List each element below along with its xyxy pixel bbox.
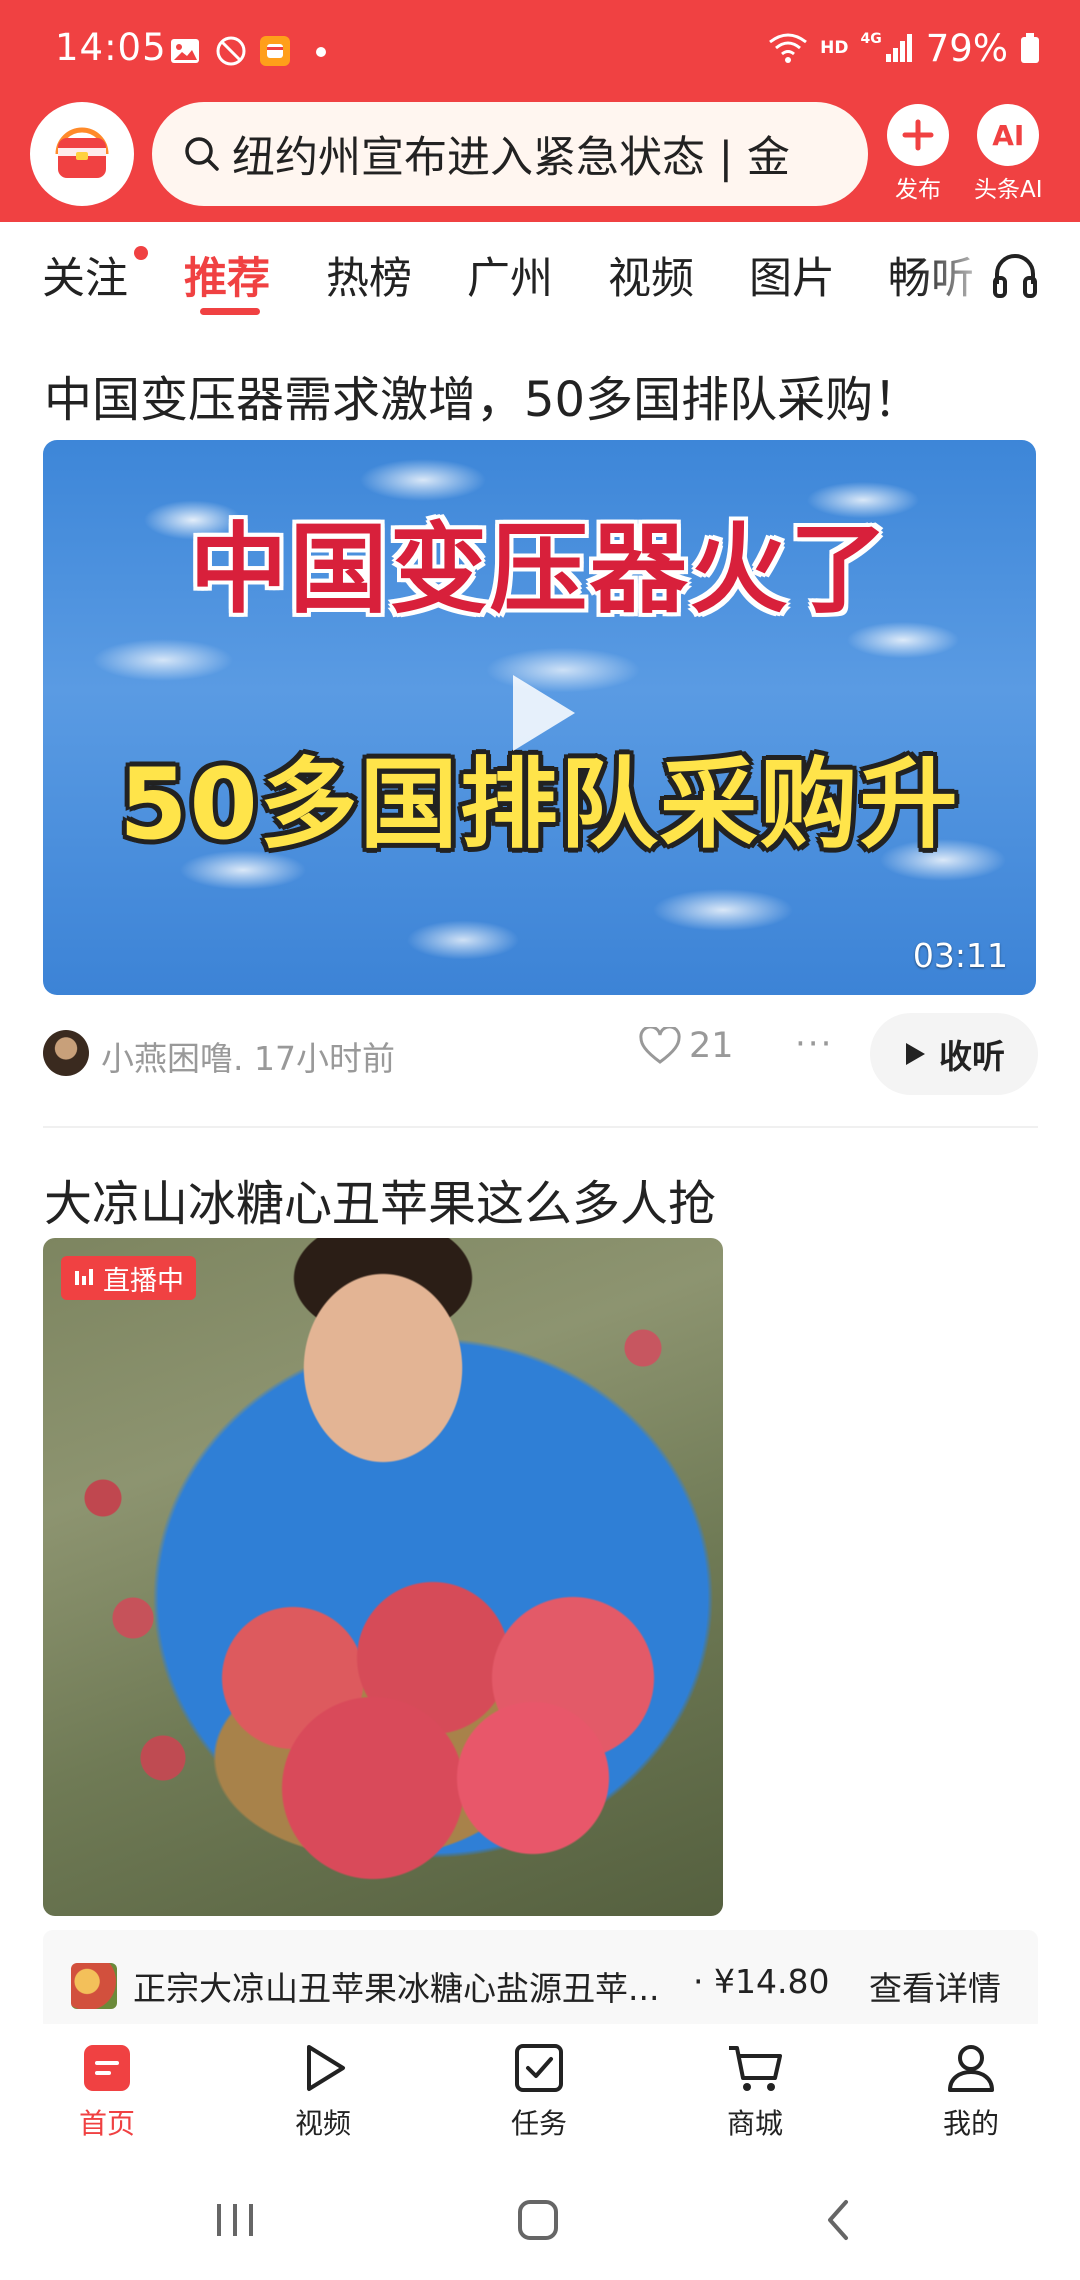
home-nav-icon[interactable] bbox=[508, 2190, 568, 2250]
nav-home-label: 首页 bbox=[78, 2107, 135, 2140]
task-check-icon bbox=[509, 2038, 569, 2098]
play-icon[interactable] bbox=[513, 675, 575, 751]
feed-divider bbox=[43, 1126, 1038, 1128]
live-stream-thumbnail[interactable]: 直播中 bbox=[43, 1238, 723, 1916]
publish-circle bbox=[887, 104, 949, 166]
toutiao-logo-icon bbox=[55, 127, 109, 178]
tab-follow[interactable]: 关注 bbox=[42, 244, 128, 306]
listen-button[interactable]: 收听 bbox=[870, 1013, 1038, 1095]
back-icon[interactable] bbox=[810, 2190, 870, 2250]
article-meta: 小燕困噜. 17小时前 21 ··· 收听 bbox=[43, 1010, 1038, 1100]
status-time: 14:05 bbox=[55, 26, 167, 69]
news-title[interactable]: 大凉山冰糖心丑苹果这么多人抢 bbox=[44, 1164, 716, 1234]
wifi-icon bbox=[769, 33, 808, 63]
ai-icon: AI bbox=[992, 118, 1025, 152]
nav-tasks-label: 任务 bbox=[510, 2107, 567, 2140]
person-icon bbox=[941, 2038, 1001, 2098]
like-count: 21 bbox=[689, 1026, 734, 1066]
app-logo[interactable] bbox=[30, 102, 134, 206]
publish-label: 发布 bbox=[895, 177, 941, 203]
recent-apps-icon[interactable] bbox=[205, 2190, 265, 2250]
heart-icon bbox=[639, 1027, 681, 1064]
headphone-icon[interactable] bbox=[990, 244, 1040, 304]
nav-profile[interactable]: 我的 bbox=[916, 2038, 1026, 2142]
product-price: · ¥14.80 bbox=[693, 1962, 830, 2001]
search-bar[interactable]: 纽约州宣布进入紧急状态 | 金 bbox=[152, 102, 868, 206]
video-duration: 03:11 bbox=[912, 936, 1008, 975]
news-title[interactable]: 中国变压器需求激增，50多国排队采购！ bbox=[44, 360, 921, 430]
toutiao-ai-button[interactable]: AI 头条AI bbox=[974, 104, 1043, 204]
nav-profile-label: 我的 bbox=[942, 2107, 999, 2140]
app-notification-icon bbox=[260, 36, 290, 66]
tabs-fade-overlay bbox=[920, 222, 1000, 322]
hd-indicator: HD bbox=[820, 38, 849, 58]
home-icon bbox=[77, 2038, 137, 2098]
ai-label: 头条AI bbox=[974, 177, 1043, 203]
video-overlay-title: 中国变压器火了 bbox=[189, 513, 890, 627]
active-tab-indicator bbox=[200, 308, 260, 315]
nav-mall[interactable]: 商城 bbox=[700, 2038, 810, 2142]
search-hot-query: 纽约州宣布进入紧急状态 | 金 bbox=[232, 133, 790, 183]
live-bars-icon bbox=[75, 1269, 93, 1285]
signal-icon bbox=[885, 34, 912, 62]
tab-hot[interactable]: 热榜 bbox=[326, 244, 412, 306]
tab-guangzhou[interactable]: 广州 bbox=[467, 244, 553, 306]
live-badge-label: 直播中 bbox=[103, 1265, 184, 1297]
nav-tasks[interactable]: 任务 bbox=[484, 2038, 594, 2142]
more-options-icon[interactable]: ··· bbox=[795, 1024, 833, 1064]
publish-button[interactable]: 发布 bbox=[887, 104, 949, 204]
plus-icon bbox=[902, 119, 934, 151]
battery-icon bbox=[1021, 33, 1039, 63]
product-name: 正宗大凉山丑苹果冰糖心盐源丑苹... bbox=[133, 1969, 660, 2008]
nav-mall-label: 商城 bbox=[726, 2107, 783, 2140]
gallery-notification-icon bbox=[171, 39, 199, 63]
channel-tabs: 关注 推荐 热榜 广州 视频 图片 畅听 bbox=[0, 222, 1080, 332]
like-button[interactable]: 21 bbox=[639, 1026, 734, 1066]
bottom-navigation: 首页 视频 任务 商城 我的 bbox=[0, 2024, 1080, 2160]
play-small-icon bbox=[906, 1043, 925, 1065]
search-icon bbox=[185, 137, 219, 171]
ai-circle: AI bbox=[977, 104, 1040, 166]
listen-label: 收听 bbox=[939, 1037, 1005, 1076]
network-type: 4G bbox=[860, 31, 882, 47]
nav-video-label: 视频 bbox=[294, 2107, 351, 2140]
video-thumbnail[interactable]: 中国变压器火了 50多国排队采购升 03:11 bbox=[43, 440, 1036, 995]
view-details-link[interactable]: 查看详情 bbox=[869, 1962, 1001, 2010]
no-disturb-icon bbox=[216, 36, 246, 66]
notification-more-dot bbox=[316, 47, 326, 57]
system-navigation-bar bbox=[0, 2160, 1080, 2280]
tab-recommend[interactable]: 推荐 bbox=[184, 244, 270, 306]
tab-images[interactable]: 图片 bbox=[749, 244, 835, 306]
product-card[interactable]: 正宗大凉山丑苹果冰糖心盐源丑苹... · ¥14.80 查看详情 bbox=[43, 1930, 1038, 2032]
tab-video[interactable]: 视频 bbox=[608, 244, 694, 306]
status-bar: 14:05 HD 4G 79% bbox=[0, 0, 1080, 100]
nav-home[interactable]: 首页 bbox=[52, 2038, 162, 2142]
app-header: 14:05 HD 4G 79% 纽约州宣布进入紧急状态 | 金 发布 AI 头条… bbox=[0, 0, 1080, 222]
product-thumbnail bbox=[71, 1963, 117, 2009]
live-badge: 直播中 bbox=[61, 1256, 196, 1300]
status-right: HD 4G 79% bbox=[768, 26, 1040, 70]
play-icon bbox=[293, 2038, 353, 2098]
cart-icon bbox=[725, 2038, 785, 2098]
follow-unread-dot bbox=[134, 246, 148, 260]
battery-percent: 79% bbox=[925, 26, 1008, 70]
author-avatar[interactable] bbox=[43, 1030, 89, 1076]
nav-video[interactable]: 视频 bbox=[268, 2038, 378, 2142]
author-and-time[interactable]: 小燕困噜. 17小时前 bbox=[101, 1032, 395, 1080]
